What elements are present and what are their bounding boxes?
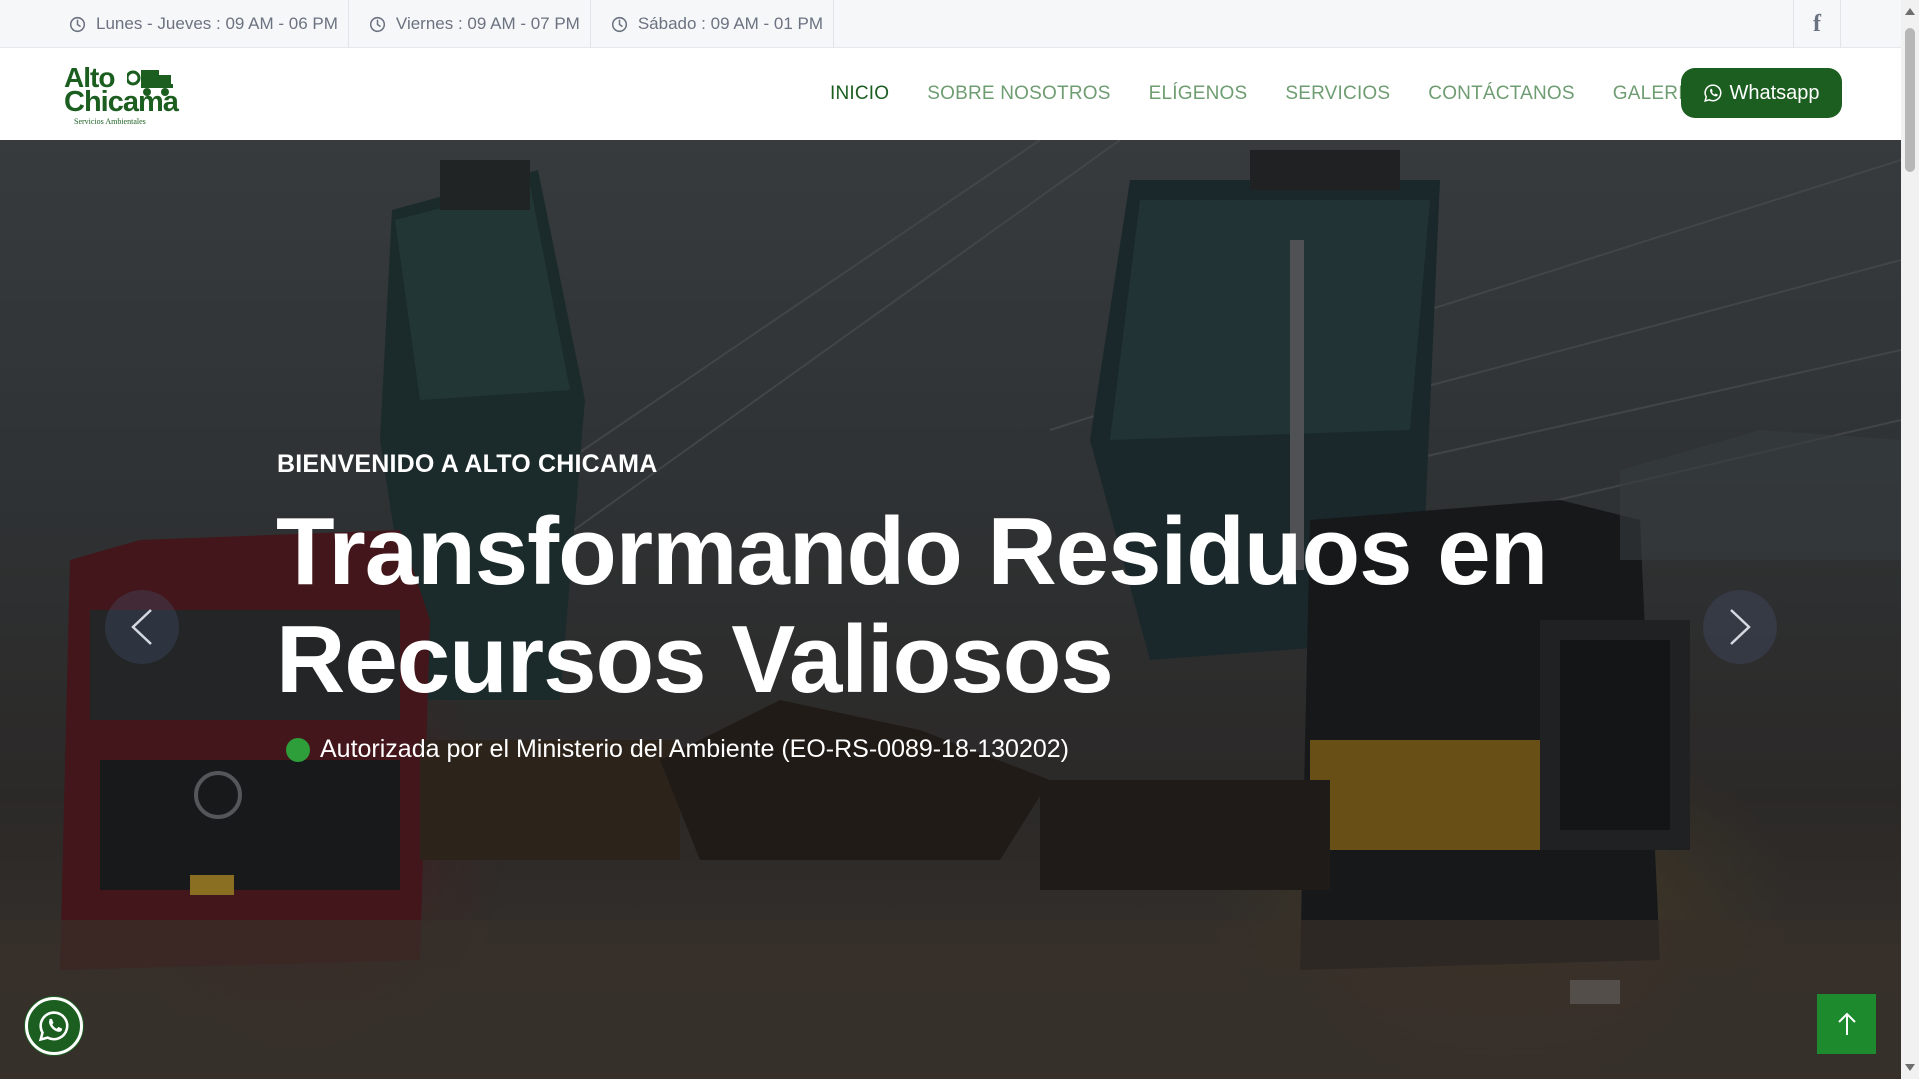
back-to-top-button[interactable] <box>1817 994 1876 1054</box>
main-menu: INICIO SOBRE NOSOTROS ELÍGENOS SERVICIOS… <box>830 48 1735 140</box>
scroll-up-arrow-icon[interactable] <box>1905 8 1915 15</box>
nav-item-servicios[interactable]: SERVICIOS <box>1285 83 1390 105</box>
clock-icon <box>69 16 86 32</box>
nav-item-eligenos[interactable]: ELÍGENOS <box>1149 83 1248 105</box>
hours-text: Viernes : 09 AM - 07 PM <box>395 14 580 33</box>
hours-text: Lunes - Jueves : 09 AM - 06 PM <box>96 14 338 33</box>
chevron-left-icon <box>131 609 152 645</box>
status-dot-icon <box>286 737 310 762</box>
facebook-icon[interactable]: f <box>1793 0 1841 48</box>
whatsapp-icon <box>1704 84 1722 102</box>
main-navbar: Alto Chicama Servicios Ambientales INICI… <box>0 48 1901 140</box>
opening-hours: Lunes - Jueves : 09 AM - 06 PM Viernes :… <box>0 0 835 48</box>
scrollbar-thumb[interactable] <box>1905 28 1915 172</box>
truck-logo-icon <box>127 70 173 96</box>
hours-item: Lunes - Jueves : 09 AM - 06 PM <box>0 0 349 48</box>
nav-item-inicio[interactable]: INICIO <box>830 83 889 105</box>
top-info-bar: Lunes - Jueves : 09 AM - 06 PM Viernes :… <box>0 0 1901 48</box>
hours-item: Sábado : 09 AM - 01 PM <box>591 0 835 48</box>
hours-text: Sábado : 09 AM - 01 PM <box>637 14 824 33</box>
chevron-right-icon <box>1730 609 1751 645</box>
clock-icon <box>369 16 385 32</box>
authorization-text: Autorizada por el Ministerio del Ambient… <box>320 735 1069 763</box>
slider-next-button[interactable] <box>1703 590 1777 664</box>
clock-icon <box>611 16 627 32</box>
hero-kicker: BIENVENIDO A ALTO CHICAMA <box>277 450 658 478</box>
nav-item-contactanos[interactable]: CONTÁCTANOS <box>1428 83 1574 105</box>
nav-item-sobre-nosotros[interactable]: SOBRE NOSOTROS <box>927 83 1110 105</box>
floating-whatsapp-button[interactable] <box>25 997 83 1055</box>
logo-tagline: Servicios Ambientales <box>74 117 146 126</box>
site-logo[interactable]: Alto Chicama Servicios Ambientales <box>64 58 179 128</box>
whatsapp-icon <box>38 1011 69 1042</box>
hero-slider: BIENVENIDO A ALTO CHICAMA Transformando … <box>0 140 1901 1079</box>
arrow-up-icon <box>1837 1012 1856 1035</box>
whatsapp-button-label: Whatsapp <box>1729 81 1820 104</box>
scroll-down-arrow-icon[interactable] <box>1905 1064 1915 1071</box>
authorization-badge: Autorizada por el Ministerio del Ambient… <box>286 735 1069 764</box>
whatsapp-button[interactable]: Whatsapp <box>1681 68 1842 118</box>
page-scrollbar[interactable] <box>1901 0 1919 1079</box>
hero-title: Transformando Residuos en Recursos Valio… <box>276 498 1548 713</box>
slider-prev-button[interactable] <box>105 590 179 664</box>
hours-item: Viernes : 09 AM - 07 PM <box>349 0 591 48</box>
